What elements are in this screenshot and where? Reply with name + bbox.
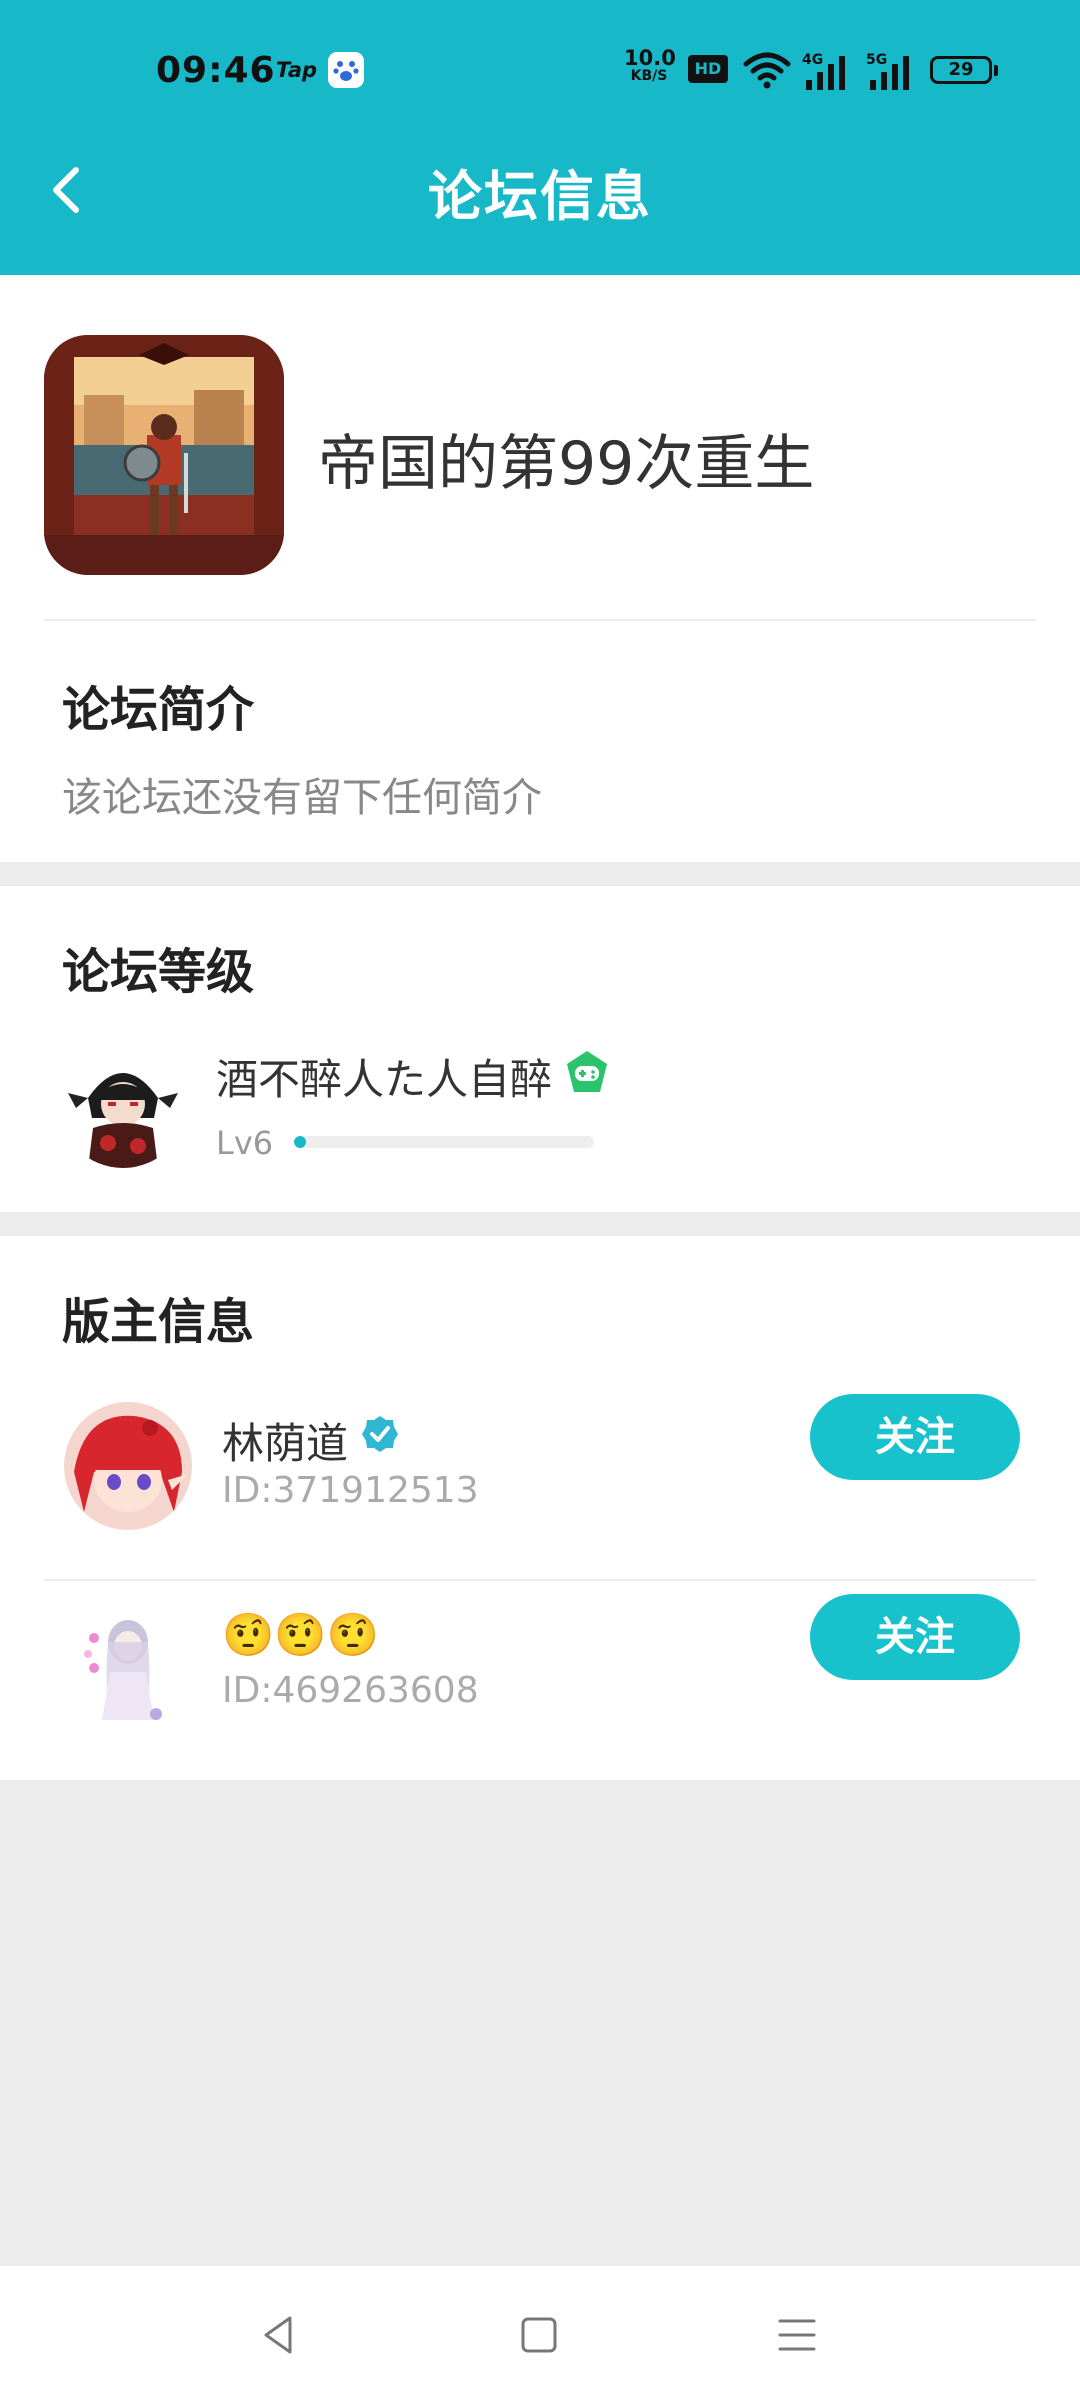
intro-section-title: 论坛简介 (62, 682, 255, 738)
hamburger-menu-icon (778, 2319, 816, 2351)
level-progress-fill (294, 1136, 306, 1148)
divider (44, 619, 1036, 621)
level-label: Lv6 (216, 1124, 274, 1162)
status-indicators: 10.0 KB/S HD 4G 5G 29 (624, 48, 1004, 92)
forum-info-card: 帝国的第99次重生 论坛简介 该论坛还没有留下任何简介 (0, 275, 1080, 862)
moderator-id: ID:469263608 (222, 1670, 479, 1711)
nav-home-button[interactable] (514, 2310, 564, 2360)
signal-4g-icon: 4G (800, 50, 856, 96)
game-controller-badge-icon (562, 1048, 612, 1098)
nav-back-button[interactable] (254, 2310, 304, 2360)
level-user-name: 酒不醉人た人自醉 (216, 1055, 553, 1104)
forum-cover-image (44, 335, 284, 575)
moderator-id: ID:371912513 (222, 1470, 479, 1511)
nav-menu-button[interactable] (772, 2310, 822, 2360)
page-title: 论坛信息 (428, 165, 652, 228)
top-header: 09:46 Tap 10.0 KB/S HD 4G 5G 29 论坛信息 (0, 0, 1080, 275)
moderator-name: 林荫道 (222, 1419, 349, 1468)
hd-icon: HD (688, 55, 728, 83)
status-time: 09:46 (156, 50, 276, 91)
divider (44, 1579, 1036, 1581)
signal-5g-label: 5G (866, 52, 887, 68)
square-home-icon (521, 2317, 557, 2353)
net-speed-value: 10.0 (624, 46, 676, 70)
baidu-paw-icon (328, 52, 364, 88)
avatar[interactable] (58, 1038, 188, 1168)
forum-level-card: 论坛等级 酒不醉人た人自醉 Lv6 (0, 886, 1080, 1212)
forum-name: 帝国的第99次重生 (318, 429, 815, 499)
list-item: 🤨🤨🤨 ID:469263608 关注 (0, 1586, 1080, 1786)
level-section-title: 论坛等级 (62, 944, 255, 1000)
avatar[interactable] (64, 1602, 192, 1730)
moderator-name: 🤨🤨🤨 (222, 1610, 379, 1659)
status-bar: 09:46 Tap 10.0 KB/S HD 4G 5G 29 (0, 0, 1080, 140)
triangle-back-icon (264, 2316, 292, 2354)
verified-badge-icon (360, 1414, 400, 1454)
system-nav-bar (0, 2266, 1080, 2400)
tap-app-icon: Tap (276, 58, 318, 82)
intro-text: 该论坛还没有留下任何简介 (62, 775, 542, 821)
level-progress-bar (294, 1136, 594, 1148)
list-item: 林荫道 ID:371912513 关注 (0, 1386, 1080, 1586)
signal-5g-icon: 5G (864, 50, 920, 96)
follow-button[interactable]: 关注 (810, 1594, 1020, 1680)
net-speed: 10.0 KB/S (624, 46, 676, 84)
moderators-section-title: 版主信息 (62, 1294, 255, 1350)
wifi-icon (742, 50, 792, 94)
battery-icon: 29 (930, 56, 998, 84)
follow-button[interactable]: 关注 (810, 1394, 1020, 1480)
moderators-card: 版主信息 林荫道 ID:371912513 关注 🤨🤨🤨 ID:46926360… (0, 1236, 1080, 1780)
signal-4g-label: 4G (802, 52, 823, 68)
net-speed-unit: KB/S (630, 68, 668, 84)
avatar[interactable] (64, 1402, 192, 1530)
